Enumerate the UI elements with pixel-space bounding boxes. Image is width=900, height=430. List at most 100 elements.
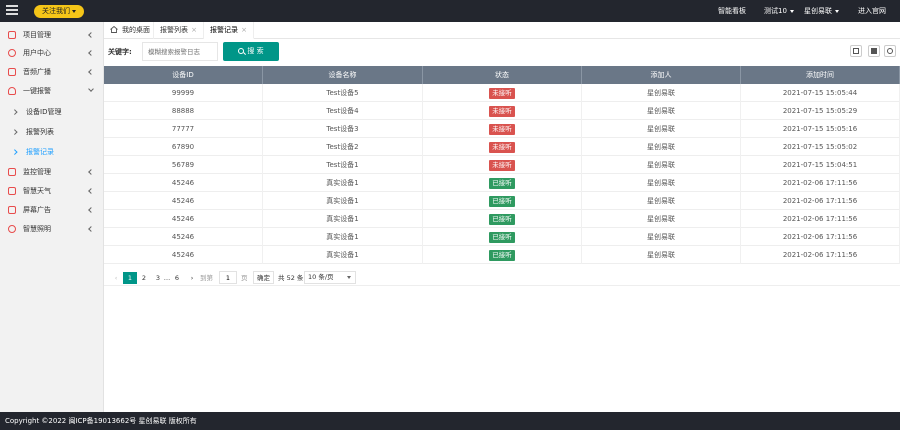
table-row[interactable]: 56789 Test设备1 未接听 星创易联 2021-07-15 15:04:51 (104, 156, 900, 174)
table-row[interactable]: 45246 真实设备1 已接听 星创易联 2021-02-06 17:11:56 (104, 210, 900, 228)
sidebar-item-monitor[interactable]: 监控管理 (0, 163, 104, 181)
caret-down-icon (72, 9, 76, 13)
cell-status: 已接听 (423, 192, 582, 210)
tab-label: 我的桌面 (122, 26, 150, 34)
total-count: 共 52 条 (278, 274, 304, 282)
tab-alarm-records[interactable]: 报警记录 × (204, 22, 254, 39)
cell-time: 2021-02-06 17:11:56 (741, 192, 900, 210)
table-row[interactable]: 45246 真实设备1 已接听 星创易联 2021-02-06 17:11:56 (104, 228, 900, 246)
print-icon[interactable] (884, 45, 896, 57)
sidebar-sub-alarm-records[interactable]: 报警记录 (0, 143, 104, 161)
close-icon[interactable]: × (241, 22, 247, 39)
tab-my-desktop[interactable]: 我的桌面 (104, 22, 154, 39)
column-filter-icon[interactable] (850, 45, 862, 57)
nav-dashboard[interactable]: 智能看板 (718, 0, 746, 22)
search-button[interactable]: 搜 索 (223, 42, 279, 61)
cell-device-id: 45246 (104, 210, 263, 228)
footer: Copyright ©2022 闽ICP备19013662号 星创易联 版权所有 (0, 412, 900, 430)
cell-device-name: 真实设备1 (263, 192, 423, 210)
cell-adder: 星创易联 (582, 138, 741, 156)
cell-status: 已接听 (423, 174, 582, 192)
cell-time: 2021-02-06 17:11:56 (741, 174, 900, 192)
table-row[interactable]: 99999 Test设备5 未接听 星创易联 2021-07-15 15:05:44 (104, 84, 900, 102)
cell-device-id: 45246 (104, 174, 263, 192)
tab-alarm-list[interactable]: 报警列表 × (154, 22, 204, 39)
cell-device-name: 真实设备1 (263, 174, 423, 192)
user-icon (8, 49, 16, 57)
status-badge: 未接听 (489, 141, 515, 153)
sidebar-item-weather[interactable]: 智慧天气 (0, 182, 104, 200)
page-size-value: 10 条/页 (308, 273, 334, 281)
menu-toggle-icon[interactable] (6, 5, 18, 16)
cell-time: 2021-07-15 15:04:51 (741, 156, 900, 174)
search-icon (238, 47, 245, 54)
nav-user-label: 测试10 (764, 7, 787, 15)
close-icon[interactable]: × (191, 22, 197, 39)
nav-dashboard-label: 智能看板 (718, 7, 746, 15)
cell-time: 2021-07-15 15:05:29 (741, 102, 900, 120)
follow-us-button[interactable]: 关注我们 (34, 5, 84, 18)
sidebar-item-audio[interactable]: 音频广播 (0, 63, 104, 81)
screen-icon (8, 206, 16, 214)
footer-copyright: Copyright ©2022 闽ICP备19013662号 星创易联 版权所有 (5, 417, 197, 425)
page-button[interactable]: 2 (139, 272, 149, 284)
nav-user-menu[interactable]: 测试10 (764, 0, 794, 22)
status-badge: 未接听 (489, 105, 515, 117)
cell-adder: 星创易联 (582, 210, 741, 228)
cell-status: 未接听 (423, 84, 582, 102)
chevron-left-icon (88, 50, 94, 56)
sidebar-item-alarm[interactable]: 一键报警 (0, 82, 104, 100)
cell-device-name: 真实设备1 (263, 210, 423, 228)
column-header-time[interactable]: 添加时间 (741, 66, 900, 84)
column-header-status[interactable]: 状态 (423, 66, 582, 84)
sidebar-item-label: 屏幕广告 (23, 206, 51, 214)
nav-company-menu[interactable]: 星创易联 (804, 0, 839, 22)
next-page-button[interactable]: › (187, 272, 197, 284)
chevron-left-icon (88, 226, 94, 232)
project-icon (8, 31, 16, 39)
goto-page-input[interactable] (219, 271, 237, 284)
sidebar-sub-device-id[interactable]: 设备ID管理 (0, 103, 104, 121)
cell-time: 2021-02-06 17:11:56 (741, 228, 900, 246)
sidebar-item-user[interactable]: 用户中心 (0, 44, 104, 62)
export-icon[interactable] (868, 45, 880, 57)
cell-adder: 星创易联 (582, 102, 741, 120)
chevron-left-icon (88, 32, 94, 38)
sidebar-item-label: 监控管理 (23, 168, 51, 176)
page-size-select[interactable]: 10 条/页 (304, 271, 356, 284)
page-button-current[interactable]: 1 (123, 272, 137, 284)
search-input[interactable] (142, 42, 218, 61)
nav-official-site[interactable]: 进入官网 (858, 0, 886, 22)
cell-status: 未接听 (423, 120, 582, 138)
table-row[interactable]: 88888 Test设备4 未接听 星创易联 2021-07-15 15:05:29 (104, 102, 900, 120)
column-header-adder[interactable]: 添加人 (582, 66, 741, 84)
chevron-down-icon (88, 86, 94, 92)
table-row[interactable]: 45246 真实设备1 已接听 星创易联 2021-02-06 17:11:56 (104, 192, 900, 210)
cell-status: 已接听 (423, 210, 582, 228)
prev-page-button[interactable]: ‹ (110, 272, 122, 284)
chevron-left-icon (88, 169, 94, 175)
cell-device-name: 真实设备1 (263, 246, 423, 264)
sidebar-sub-label: 设备ID管理 (26, 108, 62, 116)
keyword-label: 关键字: (108, 48, 132, 56)
search-button-label: 搜 索 (247, 47, 264, 55)
table-row[interactable]: 77777 Test设备3 未接听 星创易联 2021-07-15 15:05:16 (104, 120, 900, 138)
sidebar-item-screen-ads[interactable]: 屏幕广告 (0, 201, 104, 219)
sidebar-sub-alarm-list[interactable]: 报警列表 (0, 123, 104, 141)
table-row[interactable]: 45246 真实设备1 已接听 星创易联 2021-02-06 17:11:56 (104, 174, 900, 192)
page-unit-label: 页 (241, 274, 248, 282)
table-row[interactable]: 45246 真实设备1 已接听 星创易联 2021-02-06 17:11:56 (104, 246, 900, 264)
sidebar-item-label: 一键报警 (23, 87, 51, 95)
caret-down-icon (789, 9, 794, 13)
cell-device-id: 45246 (104, 246, 263, 264)
status-badge: 未接听 (489, 123, 515, 135)
cell-device-name: 真实设备1 (263, 228, 423, 246)
goto-confirm-button[interactable]: 确定 (253, 271, 274, 284)
table-row[interactable]: 67890 Test设备2 未接听 星创易联 2021-07-15 15:05:02 (104, 138, 900, 156)
column-header-device-id[interactable]: 设备ID (104, 66, 263, 84)
sidebar-item-lighting[interactable]: 智慧照明 (0, 220, 104, 238)
sidebar-item-project[interactable]: 项目管理 (0, 26, 104, 44)
column-header-device-name[interactable]: 设备名称 (263, 66, 423, 84)
page-button-last[interactable]: 6 (172, 272, 182, 284)
cell-time: 2021-07-15 15:05:02 (741, 138, 900, 156)
